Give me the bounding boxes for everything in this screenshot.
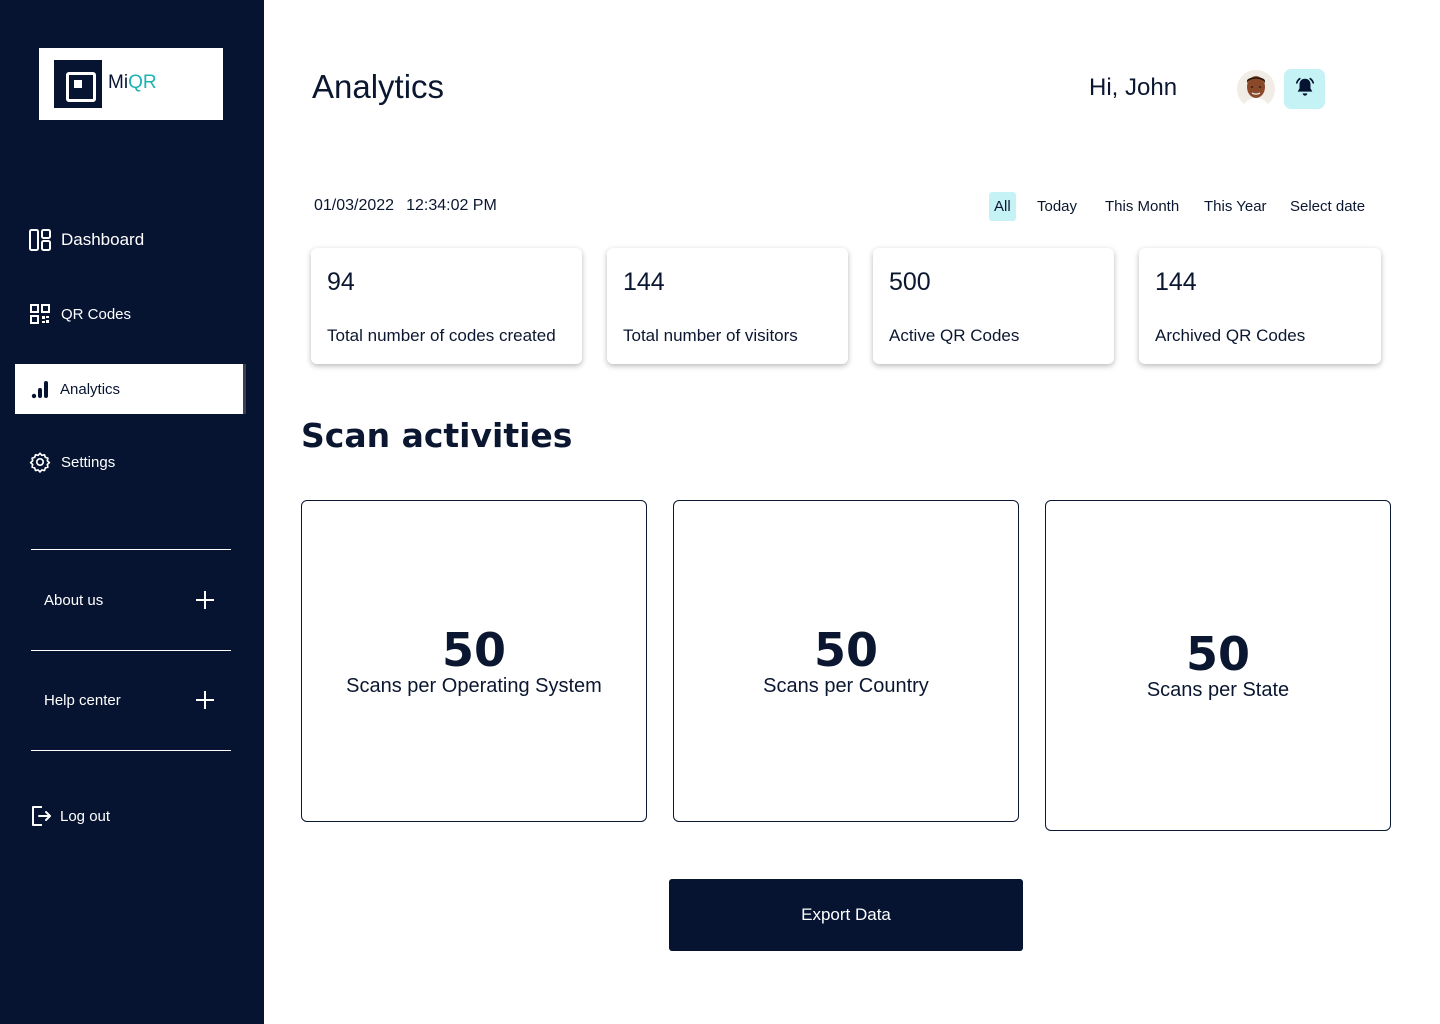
filter-today[interactable]: Today (1032, 192, 1082, 221)
plus-icon[interactable] (196, 591, 214, 609)
sidebar: MiQR Dashboard QR Codes Analytics Settin… (0, 0, 264, 1024)
stat-label: Archived QR Codes (1155, 326, 1306, 345)
avatar[interactable] (1237, 70, 1275, 108)
logo[interactable]: MiQR (39, 48, 223, 120)
logout-button[interactable]: Log out (30, 804, 110, 828)
stat-card-active-codes: 500 Active QR Codes (873, 248, 1114, 364)
section-title: Scan activities (301, 416, 573, 455)
sidebar-item-analytics[interactable]: Analytics (15, 364, 246, 414)
divider (31, 650, 231, 651)
sidebar-item-qr-codes[interactable]: QR Codes (28, 302, 131, 326)
logout-label: Log out (60, 807, 111, 825)
scan-value: 50 (1185, 627, 1250, 681)
stat-value: 500 (889, 268, 931, 296)
accordion-label: About us (44, 591, 104, 609)
filter-all[interactable]: All (989, 192, 1016, 221)
filter-this-year[interactable]: This Year (1199, 192, 1272, 221)
dashboard-icon (28, 228, 52, 252)
sidebar-item-dashboard[interactable]: Dashboard (28, 228, 144, 252)
scan-card-state[interactable]: 50 Scans per State (1045, 500, 1391, 831)
stat-value: 94 (327, 268, 355, 296)
filter-select-date[interactable]: Select date (1285, 192, 1370, 221)
current-datetime: 01/03/2022 12:34:02 PM (314, 197, 497, 215)
logout-icon (30, 804, 52, 828)
divider (31, 750, 231, 751)
filter-this-month[interactable]: This Month (1100, 192, 1184, 221)
stat-card-visitors: 144 Total number of visitors (607, 248, 848, 364)
scan-label: Scans per Operating System (346, 674, 602, 697)
scan-card-country[interactable]: 50 Scans per Country (673, 500, 1019, 822)
accordion-label: Help center (44, 691, 121, 709)
bar-chart-icon (28, 377, 52, 401)
sidebar-item-label: QR Codes (61, 305, 132, 323)
gear-icon (28, 450, 52, 474)
logo-mark-icon (54, 60, 102, 108)
notification-button[interactable] (1284, 69, 1325, 109)
current-date: 01/03/2022 (314, 197, 395, 214)
stat-card-codes-created: 94 Total number of codes created (311, 248, 582, 364)
scan-label: Scans per State (1146, 679, 1290, 701)
stat-card-archived-codes: 144 Archived QR Codes (1139, 248, 1381, 364)
stat-value: 144 (1155, 268, 1197, 296)
bell-icon (1294, 76, 1316, 102)
stat-value: 144 (623, 268, 665, 296)
scan-value: 50 (441, 622, 506, 677)
stat-label: Total number of codes created (327, 326, 556, 345)
scan-label: Scans per Country (763, 674, 929, 697)
page-title: Analytics (312, 68, 445, 105)
scan-card-operating-system[interactable]: 50 Scans per Operating System (301, 500, 647, 822)
greeting: Hi, John (1089, 74, 1178, 101)
sidebar-item-label: Analytics (60, 380, 121, 398)
stat-label: Total number of visitors (623, 326, 798, 345)
sidebar-item-settings[interactable]: Settings (28, 450, 115, 474)
export-data-button[interactable]: Export Data (669, 879, 1023, 951)
accordion-about-us[interactable]: About us (44, 591, 214, 609)
logo-text: MiQR (108, 72, 157, 93)
accordion-help-center[interactable]: Help center (44, 691, 214, 709)
stat-label: Active QR Codes (889, 326, 1020, 345)
scan-value: 50 (813, 622, 878, 677)
sidebar-item-label: Settings (61, 453, 116, 471)
current-time: 12:34:02 PM (406, 197, 497, 214)
sidebar-item-label: Dashboard (61, 230, 145, 249)
qr-code-icon (28, 302, 52, 326)
plus-icon[interactable] (196, 691, 214, 709)
divider (31, 549, 231, 550)
